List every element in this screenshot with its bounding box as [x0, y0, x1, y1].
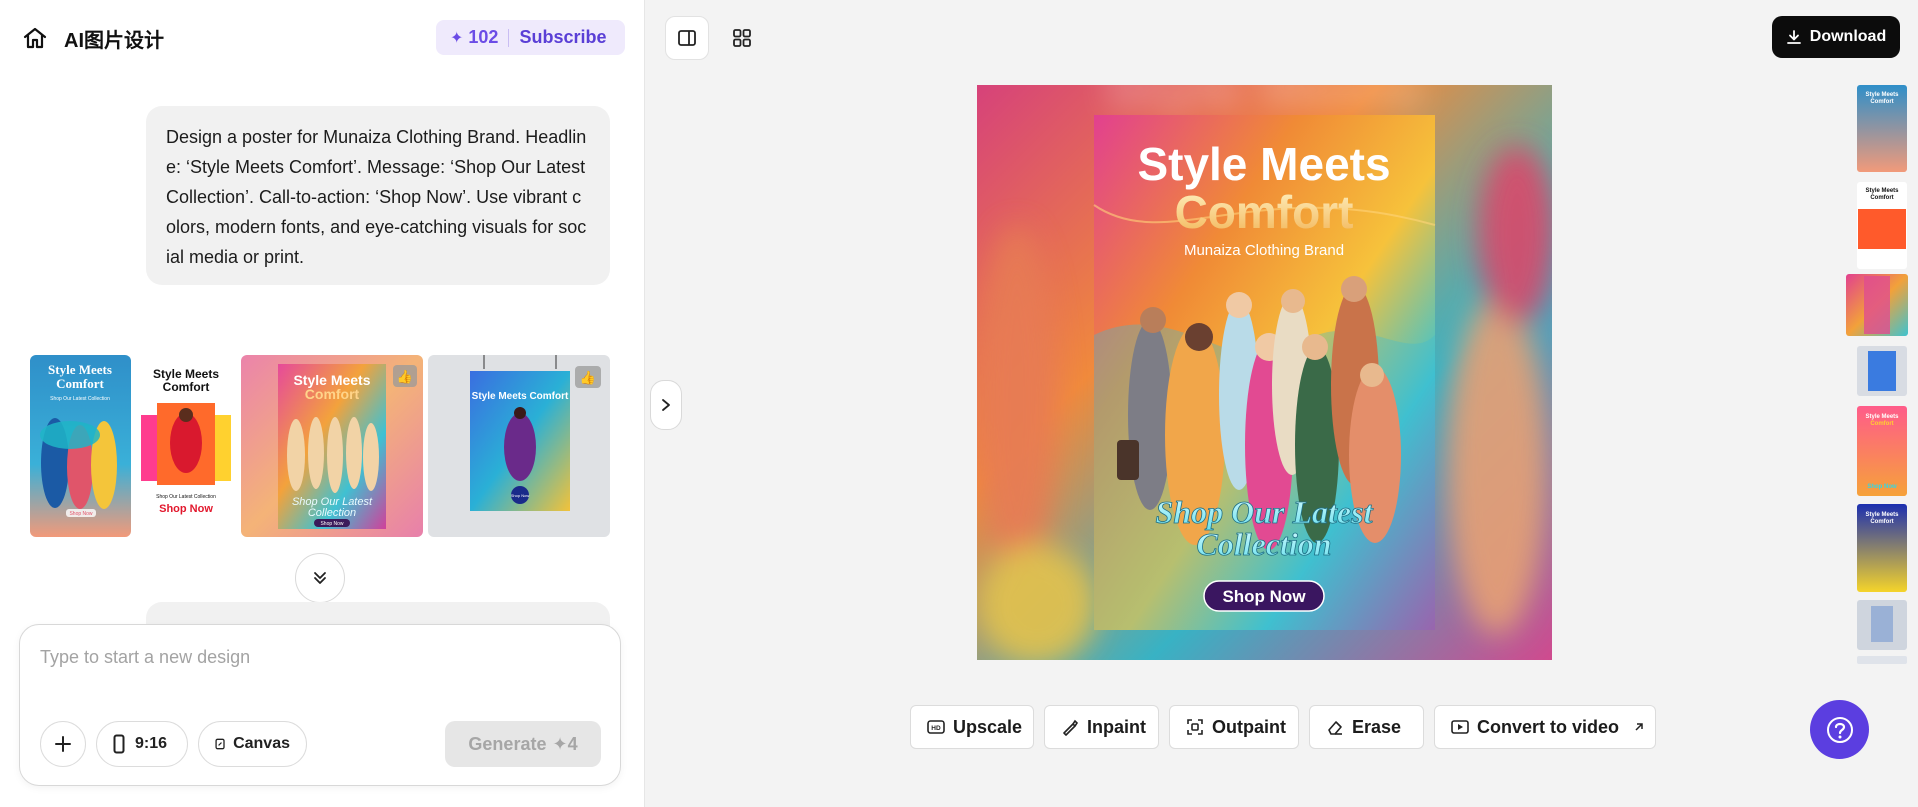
poster-headline-line2: Comfort	[1175, 186, 1354, 238]
double-chevron-down-icon	[314, 572, 326, 584]
grid-view-button[interactable]	[720, 16, 764, 60]
aspect-ratio-button[interactable]: 9:16	[96, 721, 188, 767]
thumb1-sub: Shop Our Latest Collection	[50, 396, 110, 402]
eraser-icon	[1328, 721, 1342, 735]
thumb4-headline: Style Meets Comfort	[472, 391, 569, 402]
variant-thumb-5: Style MeetsComfort Shop Now	[1857, 406, 1907, 496]
divider	[508, 28, 510, 47]
grid-icon	[733, 29, 751, 47]
phone-icon	[113, 734, 125, 754]
upscale-button[interactable]: HD Upscale	[910, 705, 1034, 749]
outpaint-label: Outpaint	[1212, 716, 1286, 737]
poster-cta: Shop Now	[1222, 587, 1306, 606]
thumb3-headline-line2: Comfort	[305, 386, 360, 402]
generate-button[interactable]: Generate ✦ 4	[445, 721, 601, 767]
erase-button[interactable]: Erase	[1309, 705, 1424, 749]
credits-subscribe-pill[interactable]: ✦ 102 Subscribe	[436, 20, 625, 55]
thumbs-up-icon: 👍	[580, 370, 596, 385]
panel-toggle-button[interactable]	[665, 16, 709, 60]
variant-strip: Style Meets Comfort Style Meets Comfort St…	[1846, 84, 1908, 664]
thumb3-sub-line2: Collection	[308, 507, 356, 519]
thumb2-cta: Shop Now	[159, 503, 213, 515]
app-title: AI图片设计	[64, 30, 164, 52]
variant-thumb-2: Style MeetsComfort	[1857, 182, 1907, 269]
thumb2-sub: Shop Our Latest Collection	[156, 494, 216, 500]
result-thumbnail-3-selected[interactable]: Style Meets Comfort Shop Our Latest Coll…	[241, 355, 423, 537]
convert-to-video-button[interactable]: Convert to video	[1434, 705, 1656, 749]
poster-message-line2: Collection	[1196, 526, 1331, 562]
aspect-ratio-label: 9:16	[135, 735, 168, 752]
main-canvas-image[interactable]: Style Meets Style Meets Comfort Munaiza …	[977, 85, 1552, 660]
sparkle-icon: ✦	[450, 29, 464, 47]
svg-text:Comfort: Comfort	[1870, 195, 1893, 201]
thumb2-headline-line2: Comfort	[163, 380, 210, 394]
poster-brand: Munaiza Clothing Brand	[1184, 242, 1344, 259]
thumbs-up-icon: 👍	[397, 369, 413, 384]
add-attachment-button[interactable]	[40, 721, 86, 767]
svg-text:Style Meets: Style Meets	[1865, 414, 1899, 420]
download-button[interactable]: Download	[1772, 16, 1900, 58]
svg-text:Comfort: Comfort	[1870, 421, 1893, 427]
sidebar-layout-icon	[678, 30, 696, 46]
svg-text:Comfort: Comfort	[1870, 99, 1893, 105]
thumb1-cta: Shop Now	[69, 511, 92, 517]
question-icon	[1826, 716, 1853, 743]
variant-thumb-1: Style MeetsComfort	[1857, 85, 1907, 172]
generate-label: Generate	[468, 733, 547, 754]
thumb1-headline-line1: Style Meets	[48, 362, 112, 377]
expand-results-button[interactable]	[295, 553, 345, 603]
canvas-button[interactable]: Canvas	[198, 721, 307, 767]
hd-icon: HD	[927, 720, 945, 734]
svg-text:Comfort: Comfort	[1870, 519, 1893, 525]
home-icon[interactable]	[22, 26, 48, 50]
result-thumbnail-1[interactable]: Style Meets Comfort Shop Our Latest Coll…	[30, 355, 131, 537]
download-icon	[1786, 30, 1801, 44]
download-label: Download	[1809, 28, 1887, 45]
generate-cost: 4	[567, 733, 578, 754]
video-icon	[1451, 720, 1469, 734]
variant-thumb-6: Style MeetsComfort	[1857, 504, 1907, 592]
inpaint-label: Inpaint	[1087, 716, 1146, 737]
svg-text:Style Meets: Style Meets	[1865, 92, 1899, 98]
thumb4-cta: Shop Now	[511, 493, 530, 498]
variant-thumb-4	[1857, 346, 1907, 396]
thumb1-headline-line2: Comfort	[56, 376, 104, 391]
plus-icon	[55, 736, 71, 752]
variant-thumb-7	[1857, 600, 1907, 650]
result-thumbnail-2[interactable]: Style Meets Comfort Shop Our Latest Coll…	[133, 355, 239, 537]
outpaint-button[interactable]: Outpaint	[1169, 705, 1299, 749]
canvas-icon	[215, 738, 225, 750]
result-thumbnail-4[interactable]: Style Meets Comfort Shop Now 👍	[428, 355, 610, 537]
brush-icon	[1063, 719, 1079, 736]
thumb3-cta: Shop Now	[320, 521, 343, 527]
upscale-label: Upscale	[953, 716, 1023, 737]
prompt-composer: Type to start a new design 9:16 Canvas G…	[19, 624, 621, 786]
sparkle-icon: ✦	[552, 733, 568, 754]
chevron-right-icon	[662, 399, 670, 411]
svg-text:Style Meets: Style Meets	[1865, 512, 1899, 518]
prompt-input[interactable]: Type to start a new design	[40, 647, 250, 668]
svg-text:Shop Now: Shop Now	[1867, 484, 1897, 490]
help-button[interactable]	[1810, 700, 1869, 759]
inpaint-button[interactable]: Inpaint	[1044, 705, 1159, 749]
background-blurred-text: Style Meets	[1104, 85, 1423, 120]
expand-panel-button[interactable]	[650, 380, 682, 430]
poster-message-line1: Shop Our Latest	[1156, 494, 1374, 530]
erase-label: Erase	[1352, 716, 1402, 737]
poster-headline-line1: Style Meets	[1137, 138, 1390, 190]
thumb2-headline-line1: Style Meets	[153, 367, 219, 381]
external-arrow-icon	[1635, 723, 1643, 731]
chat-panel: AI图片设计 ✦ 102 Subscribe Design a poster f…	[0, 0, 645, 807]
subscribe-button[interactable]: Subscribe	[519, 27, 606, 48]
variant-thumb-3-selected	[1846, 274, 1908, 336]
user-prompt-bubble: Design a poster for Munaiza Clothing Bra…	[146, 106, 610, 285]
canvas-label: Canvas	[233, 735, 290, 752]
svg-text:HD: HD	[931, 725, 941, 732]
credit-count: 102	[468, 27, 499, 47]
convert-to-video-label: Convert to video	[1477, 716, 1620, 737]
variant-thumb-8	[1857, 656, 1907, 664]
expand-frame-icon	[1187, 719, 1203, 735]
svg-text:Style Meets: Style Meets	[1865, 188, 1899, 194]
